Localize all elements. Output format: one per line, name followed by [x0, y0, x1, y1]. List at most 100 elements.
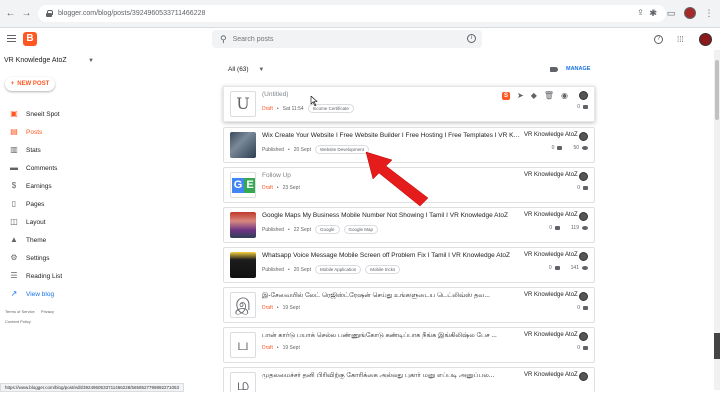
post-title[interactable]: இ-சேவையில் லேட் ரெஜிஸ்ட்ரேஷன் செய்து உங்…	[262, 292, 520, 300]
post-title[interactable]: முதலமைச்சர் தனி பிரிவிற்கு கோரிக்கை அல்ல…	[262, 372, 520, 380]
help-icon[interactable]: ?	[654, 35, 663, 44]
comment-icon	[583, 306, 588, 310]
post-date-separator: •	[287, 146, 290, 153]
manage-button[interactable]: MANAGE	[566, 66, 590, 72]
sidebar-item-earnings[interactable]: $ Earnings	[0, 177, 100, 195]
info-icon[interactable]: i	[467, 34, 476, 43]
author-avatar	[579, 172, 588, 181]
sidebar-item-layout[interactable]: ◫ Layout	[0, 213, 100, 231]
author-avatar	[579, 212, 588, 221]
post-title[interactable]: Whatsapp Voice Message Mobile Screen off…	[262, 252, 520, 259]
preview-eye-icon[interactable]: ◉	[561, 91, 568, 100]
side-panel-tab[interactable]	[714, 333, 720, 359]
forward-icon[interactable]: →	[21, 8, 32, 19]
back-icon[interactable]: ←	[5, 8, 16, 19]
post-stats: 0	[577, 345, 588, 351]
sidebar-item-label: Reading List	[26, 272, 63, 280]
sidebar-item-theme[interactable]: ▲ Theme	[0, 231, 100, 249]
post-row[interactable]: U (Untitled) Draft • Sat 11:54 Income Ce…	[223, 86, 595, 122]
post-author: VR Knowledge AtoZ	[524, 372, 578, 378]
sidebar-item-stats[interactable]: ▥ Stats	[0, 141, 100, 159]
cast-icon[interactable]: ▭	[666, 8, 676, 18]
post-row[interactable]: Google Maps My Business Mobile Number No…	[223, 207, 595, 243]
sidebar-footer: Terms of Service Privacy Content Policy	[5, 307, 59, 327]
status-bar-url: https://www.blogger.com/blog/post/edit/3…	[0, 383, 185, 392]
post-thumbnail	[230, 212, 256, 238]
sidebar-item-settings[interactable]: ⚙ Settings	[0, 249, 100, 267]
sidebar-item-label: Comments	[26, 164, 58, 172]
post-label-chip[interactable]: Google	[314, 225, 340, 234]
share-icon[interactable]: ⇪	[637, 8, 644, 17]
post-row[interactable]: ப பான் கார்டு பயாக் செல்ல பண்ணுங்கோடு கண…	[223, 327, 595, 363]
sidebar-item-label: View blog	[26, 290, 55, 298]
dollar-icon: $	[11, 181, 17, 190]
scrollbar-thumb[interactable]	[715, 60, 719, 120]
post-title[interactable]: Google Maps My Business Mobile Number No…	[262, 212, 520, 219]
hamburger-menu-icon[interactable]	[7, 35, 16, 42]
comment-count: 0	[577, 345, 580, 351]
post-author: VR Knowledge AtoZ	[524, 252, 578, 258]
post-author: VR Knowledge AtoZ	[524, 332, 578, 338]
new-post-button[interactable]: + NEW POST	[5, 77, 55, 91]
apps-grid-icon[interactable]: ⁞⁞⁞	[677, 35, 685, 44]
pages-icon: ▯	[11, 199, 17, 208]
blogger-logo-icon[interactable]: B	[23, 32, 37, 46]
browser-profile-avatar[interactable]	[684, 7, 696, 19]
post-date-separator: •	[276, 185, 279, 191]
sidebar-item-reading-list[interactable]: ☰ Reading List	[0, 267, 100, 285]
label-icon[interactable]	[550, 66, 558, 72]
blogger-posts-page: ← → ↻ blogger.com/blog/posts/39249605337…	[0, 0, 720, 405]
sidebar-item-label: Posts	[26, 128, 43, 136]
post-title[interactable]: (Untitled)	[262, 91, 520, 98]
post-stats: 0 50	[552, 145, 588, 151]
post-row[interactable]: ம முதலமைச்சர் தனி பிரிவிற்கு கோரிக்கை அல…	[223, 367, 595, 398]
blog-selector[interactable]: VR Knowledge AtoZ ▼	[4, 57, 94, 69]
delete-icon[interactable]: 🗑	[544, 91, 554, 100]
address-bar[interactable]: blogger.com/blog/posts/39249605337114662…	[38, 5, 666, 22]
privacy-link[interactable]: Privacy	[41, 309, 54, 314]
sidebar-item-label: Settings	[26, 254, 50, 262]
post-label-chip[interactable]: Mobile Application	[314, 265, 362, 274]
browser-toolbar: ← → ↻ blogger.com/blog/posts/39249605337…	[0, 0, 720, 28]
sneeit-action-icon[interactable]: S	[502, 91, 510, 100]
comment-count: 0	[551, 145, 555, 151]
sidebar-item-posts[interactable]: ▤ Posts	[0, 123, 100, 141]
post-date: 20 Sept	[293, 146, 311, 153]
account-avatar[interactable]	[699, 33, 712, 46]
post-thumbnail	[230, 132, 256, 158]
post-title[interactable]: பான் கார்டு பயாக் செல்ல பண்ணுங்கோடு கண்ட…	[262, 332, 520, 340]
post-date-separator: •	[287, 226, 290, 233]
post-row[interactable]: இ இ-சேவையில் லேட் ரெஜிஸ்ட்ரேஷன் செய்து உ…	[223, 287, 595, 323]
post-meta: Draft • 19 Sept	[262, 345, 300, 351]
comment-icon	[557, 146, 563, 150]
posts-filter-dropdown[interactable]: All (63) ▼	[228, 66, 264, 73]
post-date-separator: •	[276, 305, 279, 311]
sidebar-item-sneeit-spot[interactable]: ▣ Sneeit Spot	[0, 105, 100, 123]
post-title[interactable]: Wix Create Your Website I Free Website B…	[262, 132, 520, 139]
sidebar-nav: ▣ Sneeit Spot ▤ Posts ▥ Stats ▬ Comments…	[0, 105, 100, 303]
eye-icon	[582, 226, 588, 230]
extensions-icon[interactable]: ✱	[648, 8, 658, 18]
post-author: VR Knowledge AtoZ	[524, 172, 578, 178]
post-stats: 0	[577, 305, 588, 311]
post-status: Published	[262, 226, 284, 233]
sidebar-item-pages[interactable]: ▯ Pages	[0, 195, 100, 213]
sidebar-item-comments[interactable]: ▬ Comments	[0, 159, 100, 177]
sidebar-item-view-blog[interactable]: ↗ View blog	[0, 285, 100, 303]
label-icon[interactable]: ◆	[531, 91, 537, 100]
lock-icon	[46, 10, 53, 17]
post-label-chip[interactable]: Mobile tricks	[365, 265, 401, 274]
browser-menu-icon[interactable]: ⋮	[704, 8, 714, 18]
post-label-chip[interactable]: Website Development	[314, 145, 369, 154]
terms-link[interactable]: Terms of Service	[5, 309, 35, 314]
search-input[interactable]	[232, 35, 453, 43]
post-status: Draft	[262, 105, 273, 112]
post-status: Draft	[262, 185, 273, 191]
post-label-chip[interactable]: Google Map	[343, 225, 379, 234]
content-policy-link[interactable]: Content Policy	[5, 319, 31, 324]
author-avatar	[579, 332, 588, 341]
post-row[interactable]: Whatsapp Voice Message Mobile Screen off…	[223, 247, 595, 283]
publish-icon[interactable]: ➤	[517, 91, 524, 100]
view-count: 119	[571, 225, 579, 231]
filter-label: All (63)	[228, 66, 249, 73]
